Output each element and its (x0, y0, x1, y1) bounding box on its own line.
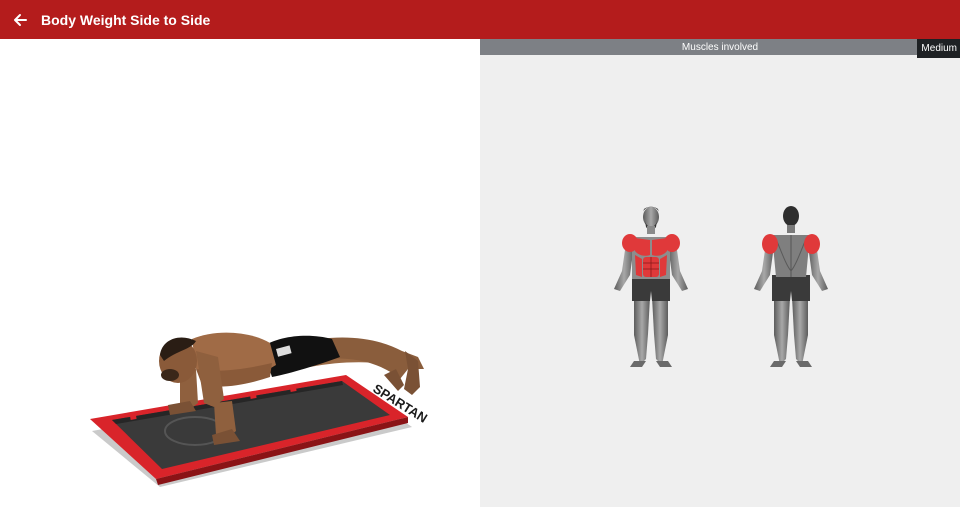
difficulty-badge: Medium (917, 39, 960, 58)
rear-shoulder-right (804, 234, 820, 254)
arrow-left-icon (14, 13, 27, 26)
back-button[interactable] (0, 0, 40, 39)
exercise-illustration: SPARTAN (90, 332, 430, 487)
chest-left (635, 238, 650, 256)
muscles-involved-header: Muscles involved (480, 39, 960, 55)
muscles-pane: Muscles involved Medium (480, 39, 960, 507)
chest-right (652, 238, 667, 256)
muscle-body-map (614, 206, 828, 367)
page-title: Body Weight Side to Side (41, 11, 211, 28)
exercise-illustration-pane: SPARTAN (0, 39, 480, 507)
front-body-figure (614, 206, 688, 367)
app-bar: Body Weight Side to Side (0, 0, 960, 39)
rear-shoulder-left (762, 234, 778, 254)
back-body-figure (754, 206, 828, 367)
